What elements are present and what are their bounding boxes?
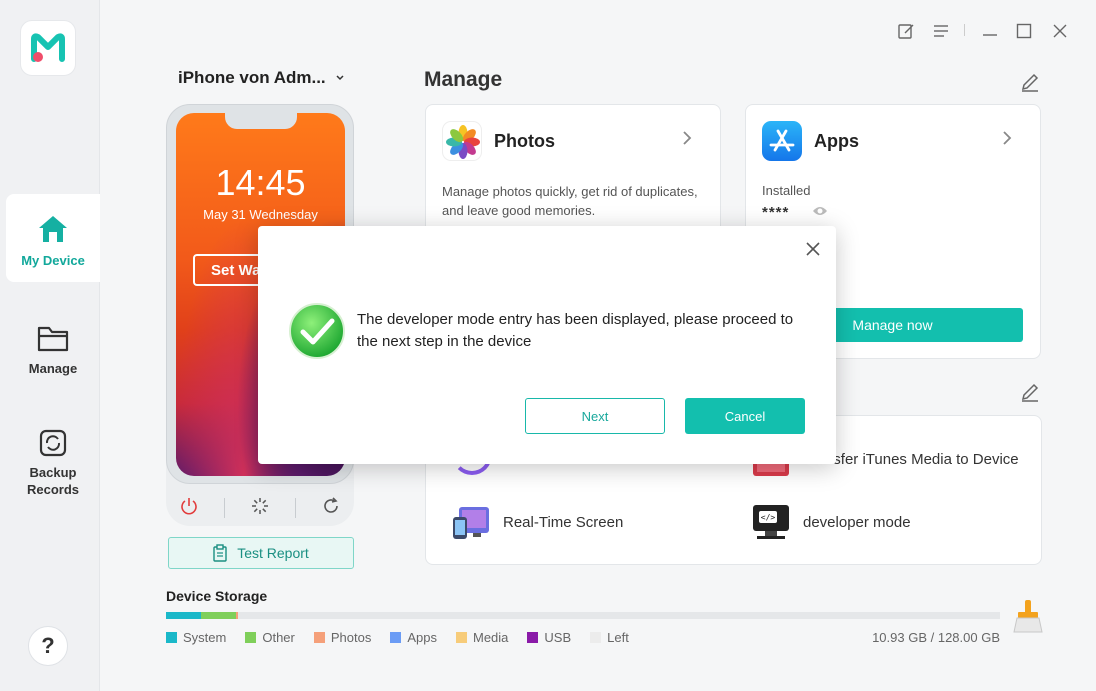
dialog-message: The developer mode entry has been displa…: [357, 311, 794, 350]
success-check-icon: [289, 303, 345, 359]
cancel-button[interactable]: Cancel: [685, 398, 805, 434]
developer-mode-dialog: The developer mode entry has been displa…: [258, 226, 836, 464]
next-button[interactable]: Next: [525, 398, 665, 434]
close-icon[interactable]: [804, 240, 822, 258]
